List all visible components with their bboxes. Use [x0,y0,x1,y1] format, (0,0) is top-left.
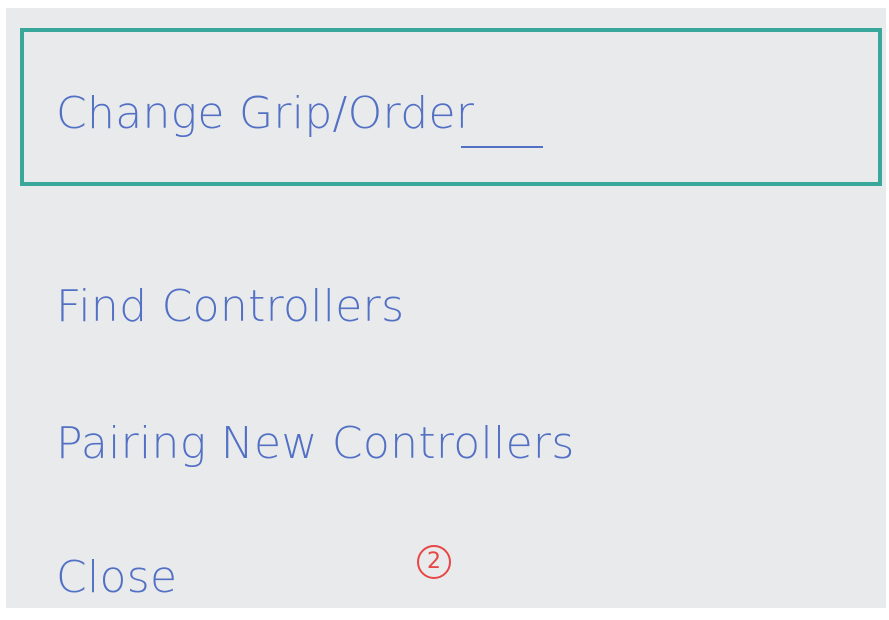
controller-menu-panel: Change Grip/Order Find Controllers Pairi… [6,8,886,608]
menu-item-pairing-new-controllers[interactable]: Pairing New Controllers [56,422,575,466]
menu-item-close[interactable]: Close [56,556,177,600]
step-marker-number: 2 [427,549,441,574]
menu-item-change-grip-order[interactable]: Change Grip/Order [56,92,474,136]
step-marker: 2 [417,545,451,579]
text-cursor-underline [461,146,543,148]
menu-item-find-controllers[interactable]: Find Controllers [56,285,404,329]
